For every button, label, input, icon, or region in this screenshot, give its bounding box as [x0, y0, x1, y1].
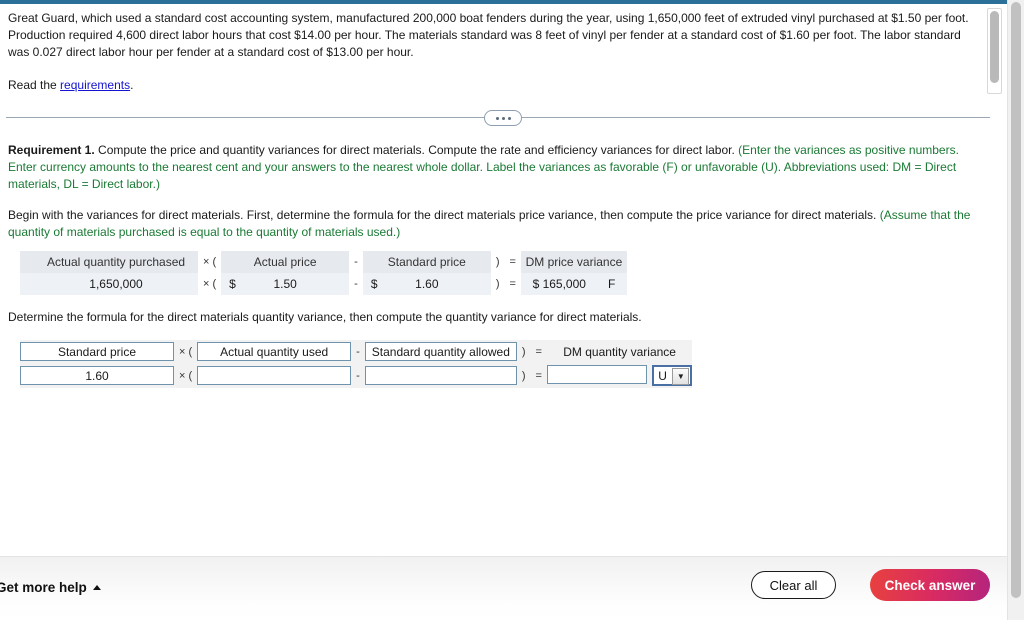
value-actual-price-cell: $1.50: [221, 273, 350, 295]
expand-collapse-ellipsis-button[interactable]: [484, 110, 522, 126]
problem-statement-panel: Great Guard, which used a standard cost …: [0, 4, 1008, 102]
action-toolbar: Get more help Clear all Check answer: [0, 556, 1008, 620]
cell-standard-price-header: [20, 340, 174, 363]
currency-symbol: $: [370, 277, 378, 291]
input-header-row: × ( - ) = DM quantity variance: [20, 340, 693, 363]
requirements-link[interactable]: requirements: [60, 78, 130, 92]
operator-equals: =: [504, 251, 521, 273]
currency-symbol: $: [229, 277, 236, 291]
header-actual-quantity-purchased: Actual quantity purchased: [34, 251, 198, 273]
operator-multiply-open: × (: [174, 363, 198, 388]
input-value-row: × ( - ) = U ▼: [20, 363, 693, 388]
standard-price-header-field[interactable]: [20, 342, 174, 361]
operator-equals: =: [530, 363, 547, 388]
standard-quantity-allowed-header-field[interactable]: [364, 342, 517, 361]
problem-panel-scrollbar[interactable]: [987, 8, 1002, 94]
value-standard-price-cell: $1.60: [362, 273, 491, 295]
begin-variances-paragraph: Begin with the variances for direct mate…: [8, 207, 982, 241]
header-dm-quantity-variance: DM quantity variance: [546, 340, 693, 363]
section-divider: [6, 106, 1000, 128]
requirement-heading: Requirement 1.: [8, 143, 95, 157]
value-standard-price: 1.60: [415, 277, 439, 291]
operator-minus: -: [349, 251, 363, 273]
header-standard-price: Standard price: [362, 251, 491, 273]
dm-price-variance-table: Actual quantity purchased × ( Actual pri…: [20, 251, 627, 295]
value-actual-price: 1.50: [273, 277, 297, 291]
ellipsis-dot-icon: [495, 116, 499, 120]
read-suffix-text: .: [130, 78, 134, 92]
header-dm-price-variance: DM price variance: [520, 251, 627, 273]
operator-close-paren: ): [516, 363, 531, 388]
table-value-row: 1,650,000 × ( $1.50 - $1.60 ) = $ 165,00…: [20, 273, 627, 295]
variance-flag-dropdown[interactable]: U ▼: [652, 365, 693, 386]
problem-panel-scrollbar-thumb[interactable]: [990, 11, 999, 83]
chevron-down-icon[interactable]: ▼: [672, 368, 690, 385]
operator-multiply-open: × (: [198, 251, 222, 273]
standard-price-value-field[interactable]: [20, 366, 174, 385]
requirement-section: Requirement 1. Compute the price and qua…: [0, 128, 1008, 388]
cell-standard-price-value: [20, 363, 174, 388]
requirement-body-text: Compute the price and quantity variances…: [94, 143, 739, 157]
check-answer-button[interactable]: Check answer: [870, 569, 990, 601]
actual-price-wrap: $1.50: [221, 277, 349, 291]
read-prefix-text: Read the: [8, 78, 61, 92]
cell-actual-quantity-used-header: [197, 340, 352, 363]
page-scrollbar[interactable]: [1007, 0, 1024, 620]
operator-multiply-open: × (: [174, 340, 198, 363]
standard-price-wrap: $1.60: [363, 277, 491, 291]
value-actual-quantity-purchased: 1,650,000: [34, 273, 198, 295]
get-more-help-button[interactable]: Get more help: [0, 580, 101, 595]
dm-quantity-variance-table: × ( - ) = DM quantity variance × ( - ) =: [20, 340, 693, 388]
dm-quantity-variance-amount-field[interactable]: [546, 365, 647, 385]
problem-statement-text: Great Guard, which used a standard cost …: [8, 11, 969, 59]
operator-close-paren: ): [490, 251, 505, 273]
requirement-1-paragraph: Requirement 1. Compute the price and qua…: [8, 142, 982, 193]
operator-minus: -: [349, 273, 363, 295]
cell-standard-quantity-allowed-header: [364, 340, 517, 363]
begin-variances-text: Begin with the variances for direct mate…: [8, 208, 880, 222]
header-actual-price: Actual price: [221, 251, 350, 273]
operator-equals: =: [504, 273, 521, 295]
operator-close-paren: ): [490, 273, 505, 295]
value-dm-price-variance-cell: $ 165,000 F: [520, 273, 627, 295]
dm-price-variance-result: $ 165,000 F: [521, 277, 627, 291]
table-header-row: Actual quantity purchased × ( Actual pri…: [20, 251, 627, 273]
operator-multiply-open: × (: [198, 273, 222, 295]
read-requirements-line: Read the requirements.: [8, 77, 982, 94]
operator-minus: -: [351, 363, 365, 388]
cell-standard-quantity-allowed-value: [364, 363, 517, 388]
value-dm-price-variance-amount: $ 165,000: [532, 277, 586, 291]
page-scrollbar-thumb[interactable]: [1011, 2, 1021, 598]
clear-all-button[interactable]: Clear all: [751, 571, 836, 599]
header-lead-pad: [20, 251, 34, 273]
standard-quantity-allowed-value-field[interactable]: [364, 366, 517, 385]
cell-dm-quantity-variance-value: U ▼: [546, 363, 693, 388]
value-lead-pad: [20, 273, 34, 295]
get-more-help-label: Get more help: [0, 580, 87, 595]
ellipsis-dot-icon: [501, 116, 505, 120]
variance-flag-selected-value: U: [658, 369, 667, 383]
actual-quantity-used-header-field[interactable]: [197, 342, 352, 361]
operator-equals: =: [530, 340, 547, 363]
cell-actual-quantity-used-value: [197, 363, 352, 388]
actual-quantity-used-value-field[interactable]: [197, 366, 352, 385]
determine-formula-paragraph: Determine the formula for the direct mat…: [8, 310, 642, 324]
ellipsis-dot-icon: [507, 116, 511, 120]
operator-minus: -: [351, 340, 365, 363]
exercise-content: Great Guard, which used a standard cost …: [0, 4, 1008, 557]
operator-close-paren: ): [516, 340, 531, 363]
caret-up-icon: [92, 585, 101, 590]
value-dm-price-variance-flag: F: [607, 277, 616, 291]
